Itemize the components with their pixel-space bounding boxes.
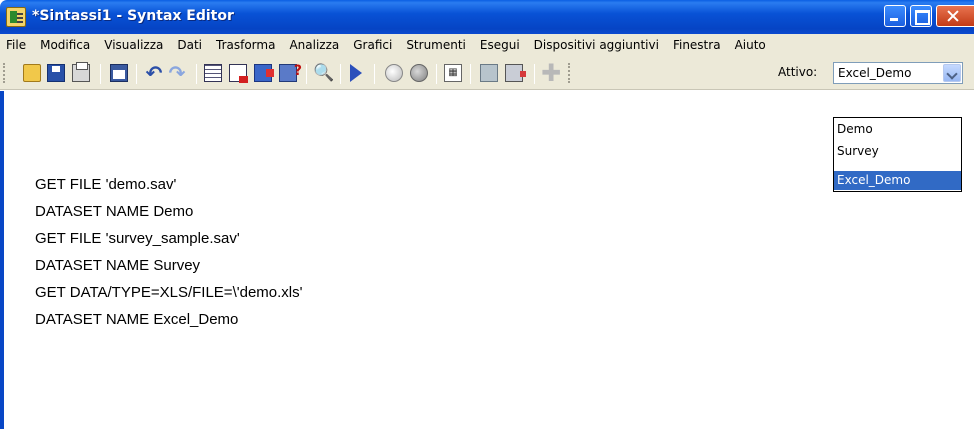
redo-icon[interactable]: ↷ bbox=[168, 63, 186, 83]
menu-file[interactable]: File bbox=[0, 34, 33, 56]
code-line[interactable]: DATASET NAME Survey bbox=[35, 257, 200, 274]
syntax-help-icon[interactable]: ▦ bbox=[444, 64, 462, 82]
print-icon[interactable] bbox=[72, 62, 90, 82]
toolbar-grip[interactable] bbox=[3, 63, 5, 83]
minimize-button[interactable] bbox=[884, 5, 906, 27]
go-to-case-icon[interactable] bbox=[229, 64, 248, 83]
window-title: *Sintassi1 - Syntax Editor bbox=[32, 8, 234, 24]
menu-bar: File Modifica Visualizza Dati Trasforma … bbox=[0, 34, 974, 56]
active-dataset-select[interactable]: Excel_Demo bbox=[833, 62, 963, 84]
menu-analizza[interactable]: Analizza bbox=[282, 34, 346, 56]
menu-finestra[interactable]: Finestra bbox=[666, 34, 728, 56]
chevron-down-icon[interactable] bbox=[943, 64, 961, 82]
show-all-variables-icon[interactable] bbox=[410, 64, 428, 82]
syntax-editor-icon bbox=[6, 7, 26, 27]
title-bar[interactable]: *Sintassi1 - Syntax Editor bbox=[0, 0, 974, 34]
toolbar-separator bbox=[534, 64, 535, 84]
menu-grafici[interactable]: Grafici bbox=[346, 34, 399, 56]
use-sets-icon[interactable] bbox=[385, 64, 403, 82]
toolbar-separator bbox=[374, 64, 375, 84]
dropdown-option-excel-demo[interactable]: Excel_Demo bbox=[834, 171, 961, 190]
toolbar-separator bbox=[306, 64, 307, 84]
menu-modifica[interactable]: Modifica bbox=[33, 34, 97, 56]
toolbar-separator bbox=[100, 64, 101, 84]
toolbar-separator bbox=[436, 64, 437, 84]
code-line[interactable]: DATASET NAME Excel_Demo bbox=[35, 311, 238, 328]
menu-dispositivi-aggiuntivi[interactable]: Dispositivi aggiuntivi bbox=[527, 34, 666, 56]
dropdown-option-demo[interactable]: Demo bbox=[834, 120, 961, 139]
toolbar-separator bbox=[136, 64, 137, 84]
toolbar-separator bbox=[470, 64, 471, 84]
undo-icon[interactable]: ↶ bbox=[145, 63, 163, 83]
close-button[interactable] bbox=[936, 5, 974, 27]
run-icon[interactable] bbox=[350, 64, 362, 82]
select-cases-icon[interactable] bbox=[480, 64, 498, 82]
code-line[interactable]: GET FILE 'survey_sample.sav' bbox=[35, 230, 240, 247]
menu-dati[interactable]: Dati bbox=[170, 34, 209, 56]
syntax-editor[interactable]: GET FILE 'demo.sav' DATASET NAME Demo GE… bbox=[0, 91, 974, 429]
menu-esegui[interactable]: Esegui bbox=[473, 34, 527, 56]
compute-icon[interactable] bbox=[505, 64, 526, 82]
toolbar-grip[interactable] bbox=[568, 63, 570, 83]
code-line[interactable]: DATASET NAME Demo bbox=[35, 203, 193, 220]
save-icon[interactable] bbox=[47, 64, 65, 82]
dropdown-option-survey[interactable]: Survey bbox=[834, 142, 961, 161]
menu-trasforma[interactable]: Trasforma bbox=[209, 34, 282, 56]
insert-variable-icon[interactable] bbox=[254, 64, 274, 82]
recall-dialog-icon[interactable] bbox=[110, 64, 128, 82]
go-to-data-icon[interactable] bbox=[204, 64, 222, 82]
find-icon[interactable]: 🔍 bbox=[313, 64, 334, 82]
menu-strumenti[interactable]: Strumenti bbox=[399, 34, 473, 56]
toolbar-separator bbox=[340, 64, 341, 84]
active-dataset-dropdown: Demo Survey Excel_Demo bbox=[833, 117, 962, 192]
active-dataset-value: Excel_Demo bbox=[838, 66, 912, 80]
toolbar-separator bbox=[196, 64, 197, 84]
code-line[interactable]: GET FILE 'demo.sav' bbox=[35, 176, 176, 193]
variables-info-icon[interactable] bbox=[279, 63, 302, 82]
active-dataset-label: Attivo: bbox=[778, 65, 818, 79]
toolbar: ↶ ↷ 🔍 ▦ ✚ bbox=[0, 56, 974, 90]
add-icon[interactable]: ✚ bbox=[541, 61, 561, 85]
menu-visualizza[interactable]: Visualizza bbox=[97, 34, 170, 56]
open-icon[interactable] bbox=[23, 64, 41, 82]
maximize-button[interactable] bbox=[910, 5, 932, 27]
menu-aiuto[interactable]: Aiuto bbox=[728, 34, 773, 56]
code-line[interactable]: GET DATA/TYPE=XLS/FILE=\'demo.xls' bbox=[35, 284, 303, 301]
